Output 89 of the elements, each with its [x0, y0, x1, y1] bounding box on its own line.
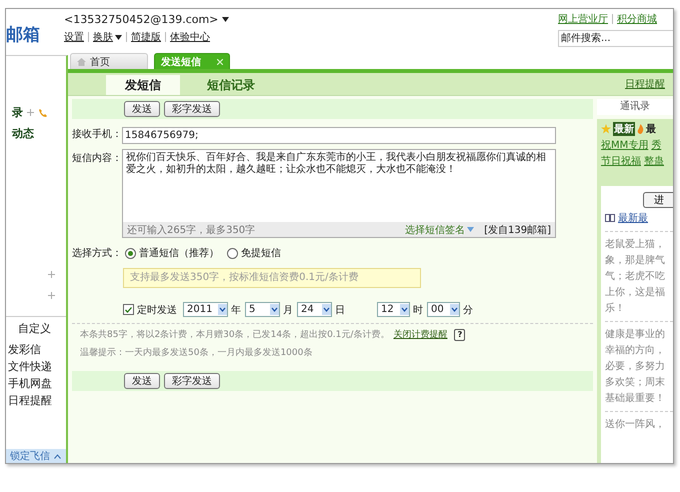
signature-link[interactable]: 选择短信签名	[405, 222, 474, 236]
schedule-checkbox[interactable]	[123, 304, 134, 315]
greeting-text: 幸福的方向，	[605, 344, 666, 357]
tab[interactable]: 首页	[70, 53, 148, 69]
sub-tab[interactable]: 短信记录	[194, 75, 268, 95]
billing-link[interactable]: 关闭计费提醒	[393, 328, 448, 341]
sidebar-item[interactable]: 自定义	[6, 321, 66, 338]
hot-tab[interactable]: 最	[646, 122, 656, 136]
contacts-label[interactable]: 录	[12, 105, 23, 120]
phone-icon[interactable]	[38, 108, 48, 118]
header-link[interactable]: 设置	[64, 30, 84, 44]
greeting-text: 健康是事业的	[605, 328, 666, 341]
radio-dot[interactable]	[227, 248, 238, 258]
greeting-text: 老鼠爱上猫，	[605, 238, 666, 251]
schedule-link[interactable]: 日程提醒	[625, 77, 665, 91]
latest-link[interactable]: 最新最	[618, 211, 648, 225]
tab-label: 发送短信	[161, 56, 202, 68]
template-link[interactable]: 秀	[651, 138, 662, 152]
book-icon	[605, 214, 615, 222]
greeting-text: 基础最重要！	[605, 392, 666, 405]
date-unit: 日	[335, 304, 345, 316]
account-email: <13532750452@139.com>	[64, 13, 218, 26]
caret-icon	[467, 227, 474, 232]
header-link[interactable]: 简捷版	[131, 30, 161, 44]
sidebar-item[interactable]: 文件快递	[6, 359, 66, 376]
content-label: 短信内容：	[71, 152, 122, 165]
recipient-field[interactable]: 15846756979;	[122, 127, 556, 144]
home-icon	[77, 58, 86, 66]
search-field[interactable]: 邮件搜索...	[558, 30, 673, 47]
send-button[interactable]: 发送	[124, 101, 160, 117]
radio-dot[interactable]	[125, 248, 136, 258]
contacts-title[interactable]: 通讯录	[597, 99, 673, 115]
schedule-label: 定时发送	[137, 304, 177, 316]
star-icon	[601, 124, 611, 134]
greeting-text: 多欢笑；周末	[605, 376, 666, 389]
add-icon[interactable]	[27, 109, 34, 116]
chevron-up-icon	[54, 454, 61, 458]
greeting-text: 气；老虎不吃	[605, 270, 666, 283]
add-icon[interactable]	[48, 292, 55, 299]
date-unit: 时	[413, 304, 423, 316]
recipient-label: 接收手机：	[71, 128, 122, 140]
date-select[interactable]: 24	[297, 302, 332, 317]
method-label: 选择方式：	[71, 246, 122, 260]
sidebar-item[interactable]: 发彩信	[6, 342, 66, 359]
flame-icon	[637, 124, 644, 134]
message-field[interactable]: 祝你们百天快乐、百年好合、我是来自广东东莞市的小王，我代表小白朋友祝福愿你们真诚的相爱之火，如初升的太阳，越久越旺；让众水也不能熄灭，大水也不能淹没！	[123, 150, 555, 222]
greeting-text: 必要，多努力	[605, 360, 666, 373]
send-button[interactable]: 彩字发送	[164, 373, 220, 389]
help-button[interactable]: ?	[454, 328, 466, 340]
top-link[interactable]: 网上营业厅	[558, 12, 608, 26]
send-button[interactable]: 彩字发送	[164, 101, 220, 117]
method-radio[interactable]: 普通短信（推荐）	[125, 246, 219, 260]
date-unit: 分	[463, 304, 473, 316]
greeting-text: 上你，这是福	[605, 286, 666, 299]
template-link[interactable]: 整蛊	[644, 154, 664, 168]
signature-text: [发自139邮箱]	[484, 224, 551, 236]
date-unit: 年	[231, 304, 241, 316]
header-link[interactable]: 体验中心	[170, 30, 210, 44]
date-select[interactable]: 12	[377, 302, 410, 317]
feed-label[interactable]: 动态	[12, 126, 34, 141]
caret-icon	[115, 34, 122, 40]
method-hint: 支持最多发送350字，按标准短信资费0.1元/条计费	[123, 268, 421, 288]
top-link[interactable]: 积分商城	[617, 12, 657, 26]
sidebar-item[interactable]: 手机网盘	[6, 376, 66, 393]
date-select[interactable]: 00	[427, 302, 460, 317]
sidebar-item[interactable]: 日程提醒	[6, 393, 66, 410]
method-radio[interactable]: 免提短信	[227, 246, 281, 260]
sub-tab[interactable]: 发短信	[106, 75, 180, 95]
add-icon[interactable]	[48, 271, 55, 278]
date-select[interactable]: 2011	[183, 302, 228, 317]
greeting-text: 象，那是脾气	[605, 254, 666, 267]
logo: 邮箱	[6, 24, 41, 47]
latest-badge[interactable]: 最新	[613, 122, 635, 136]
tab-label: 首页	[90, 56, 111, 68]
date-select[interactable]: 5	[245, 302, 280, 317]
enter-button[interactable]: 进	[643, 192, 673, 208]
template-link[interactable]: 祝MM专用	[601, 138, 648, 152]
caret-icon	[222, 17, 230, 22]
greeting-text: 乐！	[605, 302, 626, 315]
char-counter: 还可输入265字，最多350字	[127, 224, 256, 236]
feixin-bar[interactable]: 锁定飞信	[6, 449, 66, 463]
send-button[interactable]: 发送	[124, 373, 160, 389]
close-icon[interactable]	[217, 58, 223, 64]
date-unit: 月	[283, 304, 293, 316]
greeting-text: 送你一阵风，	[605, 418, 666, 431]
header-link[interactable]: 换肤	[93, 30, 122, 44]
template-link[interactable]: 节日祝福	[601, 154, 641, 168]
billing-text: 本条共85字，将以2条计费，本月赠30条，已发14条，超出按0.1元/条计费。	[80, 328, 390, 341]
tip-text: 温馨提示：一天内最多发送50条，一月内最多发送1000条	[80, 346, 314, 359]
